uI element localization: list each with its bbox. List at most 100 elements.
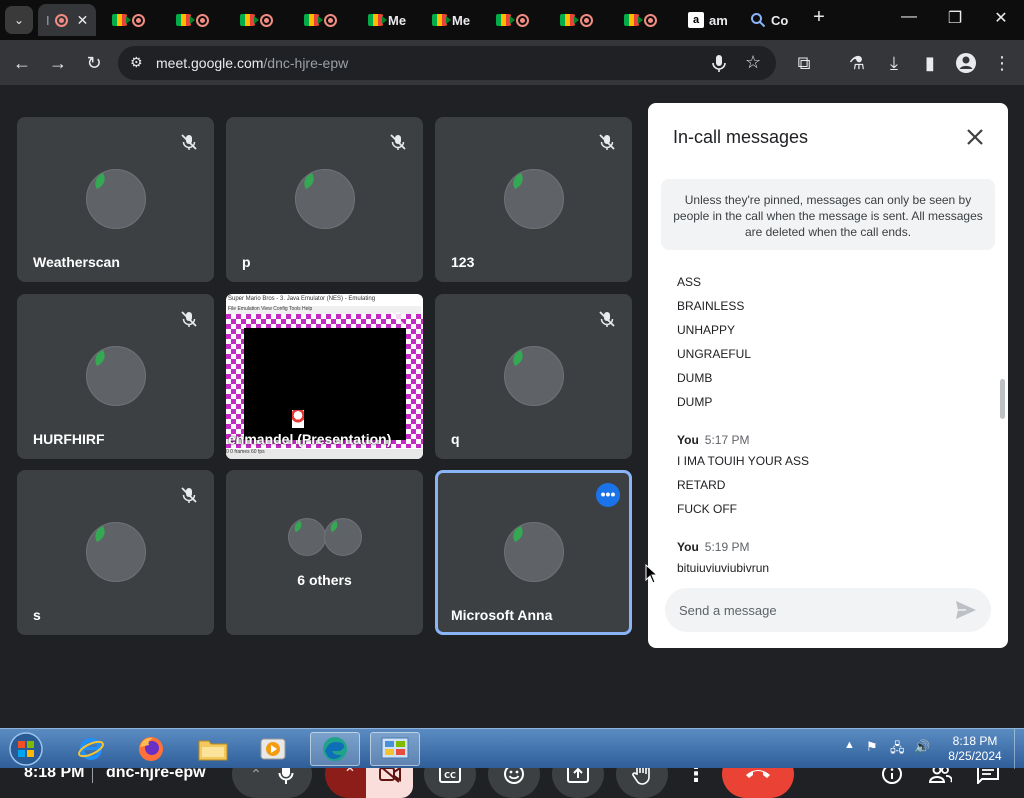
taskbar-control-panel[interactable]: [370, 732, 420, 766]
tab[interactable]: [624, 4, 657, 36]
recording-icon: [260, 13, 273, 27]
participant-tile[interactable]: 123: [435, 117, 632, 282]
windows-logo-icon: [9, 732, 43, 766]
show-desktop-button[interactable]: [1014, 729, 1024, 769]
participant-tile[interactable]: s: [17, 470, 214, 635]
extensions-button[interactable]: ⧉: [792, 52, 816, 74]
tab[interactable]: Me: [368, 4, 406, 36]
send-icon[interactable]: [955, 600, 977, 620]
svg-text:CC: CC: [444, 771, 456, 780]
message-header: You 5:17 PM: [677, 433, 749, 447]
meet-icon: [240, 14, 259, 26]
mic-off-icon: [390, 134, 406, 150]
avatar: [504, 169, 564, 229]
game-sprite: [292, 410, 304, 428]
recording-icon: [644, 13, 657, 27]
meet-stage: Weatherscan p 123 HURFHIRF Super Mario B…: [0, 86, 1024, 798]
labs-button[interactable]: ⚗: [845, 52, 869, 74]
tab[interactable]: Me: [432, 4, 470, 36]
emulator-status: 0 0 frames: [226, 449, 252, 455]
reload-button[interactable]: ↻: [82, 52, 106, 74]
recording-icon: [196, 13, 209, 27]
microphone-icon[interactable]: [712, 55, 726, 72]
message-text: RETARD: [677, 478, 726, 492]
tab[interactable]: a am: [688, 4, 728, 36]
new-tab-button[interactable]: +: [806, 6, 832, 29]
maximize-button[interactable]: ❐: [942, 8, 968, 28]
mic-off-icon: [181, 134, 197, 150]
tab-label: am: [709, 12, 728, 28]
meet-icon: [176, 14, 195, 26]
site-settings-icon[interactable]: ⚙: [130, 54, 143, 71]
tab[interactable]: [176, 4, 209, 36]
tab[interactable]: Co: [750, 4, 788, 36]
browser-toolbar: ← → ↻ ⚙ meet.google.com/dnc-hjre-epw ☆ ⧉…: [0, 40, 1024, 86]
others-count: 6 others: [297, 572, 352, 588]
recording-icon: [516, 13, 529, 27]
mic-off-icon: [181, 487, 197, 503]
bookmark-star-icon[interactable]: ☆: [745, 52, 761, 73]
mouse-cursor-icon: [645, 564, 659, 584]
tab[interactable]: [560, 4, 593, 36]
meet-icon: [496, 14, 515, 26]
participant-tile[interactable]: Weatherscan: [17, 117, 214, 282]
url-path: /dnc-hjre-epw: [263, 55, 349, 71]
downloads-button[interactable]: ⤓: [882, 52, 906, 74]
send-message-input[interactable]: [679, 600, 929, 620]
message-sender: You: [677, 540, 699, 554]
tab-active[interactable]: I ✕: [38, 4, 97, 36]
taskbar-firefox[interactable]: [126, 732, 176, 766]
avatar: [504, 522, 564, 582]
start-button[interactable]: [4, 729, 48, 769]
participant-name: p: [242, 254, 251, 270]
forward-button[interactable]: →: [46, 52, 70, 74]
audio-options-button[interactable]: ⌃: [250, 766, 262, 783]
profile-button[interactable]: [954, 52, 978, 79]
network-icon[interactable]: 🖧: [890, 739, 905, 761]
participant-tile[interactable]: HURFHIRF: [17, 294, 214, 459]
tab[interactable]: [112, 4, 145, 36]
action-center-flag-icon[interactable]: ⚑: [866, 739, 878, 755]
tab-search-dropdown[interactable]: ⌄: [5, 6, 33, 34]
tab-label: I: [46, 12, 50, 28]
volume-icon[interactable]: 🔊: [914, 739, 930, 755]
taskbar-file-explorer[interactable]: [188, 732, 238, 766]
message-text: UNGRAEFUL: [677, 347, 752, 361]
minimize-button[interactable]: —: [896, 8, 922, 26]
window-close-button[interactable]: ✕: [988, 8, 1014, 28]
tab-strip: ⌄ I ✕ Me Me a am Co + — ❐ ✕: [0, 0, 1024, 40]
message-composer: [665, 588, 991, 632]
others-tile[interactable]: 6 others: [226, 470, 423, 635]
close-icon[interactable]: [963, 125, 987, 149]
participant-tile-self[interactable]: ••• Microsoft Anna: [435, 470, 632, 635]
taskbar-media-player[interactable]: [248, 732, 298, 766]
tab-label: Co: [771, 12, 789, 28]
avatar: [86, 346, 146, 406]
browser-menu-button[interactable]: ⋮: [990, 52, 1014, 74]
address-bar[interactable]: ⚙ meet.google.com/dnc-hjre-epw ☆: [118, 46, 776, 80]
arrow-left-icon: ←: [13, 53, 31, 73]
tab[interactable]: [240, 4, 273, 36]
tab[interactable]: [496, 4, 529, 36]
back-button[interactable]: ←: [10, 52, 34, 74]
participant-tile[interactable]: p: [226, 117, 423, 282]
media-player-icon: [260, 738, 286, 760]
avatar: [504, 346, 564, 406]
taskbar-internet-explorer[interactable]: [66, 732, 116, 766]
mic-off-icon: [599, 311, 615, 327]
taskbar-clock[interactable]: 8:18 PM 8/25/2024: [940, 734, 1010, 764]
message-time: 5:17 PM: [704, 433, 750, 447]
show-hidden-icons-button[interactable]: ▲: [844, 739, 855, 751]
presentation-tile[interactable]: Super Mario Bros - 3. Java Emulator (NES…: [226, 294, 423, 459]
mic-off-icon: [390, 311, 406, 327]
participant-tile[interactable]: q: [435, 294, 632, 459]
tab-close-icon[interactable]: ✕: [77, 12, 89, 29]
mic-off-icon: [599, 134, 615, 150]
scrollbar-thumb[interactable]: [1000, 379, 1005, 419]
taskbar-browser-active[interactable]: [310, 732, 360, 766]
tab[interactable]: [304, 4, 337, 36]
more-options-button[interactable]: •••: [596, 483, 620, 507]
participant-name: s: [33, 607, 41, 623]
message-text: DUMP: [677, 395, 713, 409]
side-panel-button[interactable]: ▮: [918, 52, 942, 74]
